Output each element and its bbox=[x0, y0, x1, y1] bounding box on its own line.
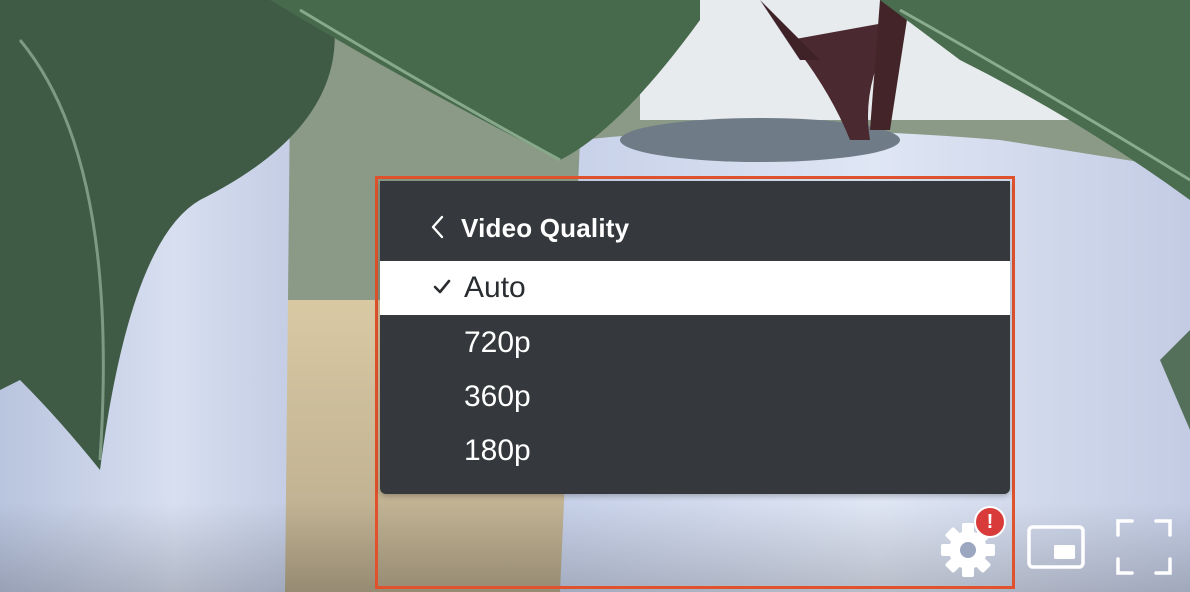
quality-option-label: 720p bbox=[464, 326, 531, 359]
picture-in-picture-icon[interactable] bbox=[1026, 524, 1086, 570]
quality-option-label: 360p bbox=[464, 380, 531, 413]
quality-option-360p[interactable]: 360p bbox=[380, 370, 1010, 424]
quality-option-180p[interactable]: 180p bbox=[380, 424, 1010, 478]
quality-option-label: 180p bbox=[464, 434, 531, 467]
settings-alert-badge: ! bbox=[974, 506, 1006, 538]
quality-option-auto[interactable]: Auto bbox=[380, 261, 1010, 315]
quality-option-720p[interactable]: 720p bbox=[380, 316, 1010, 370]
menu-title: Video Quality bbox=[461, 213, 630, 243]
video-quality-menu: Video Quality Auto 720p 360p 180p bbox=[380, 181, 1010, 494]
checkmark-icon bbox=[433, 279, 451, 294]
video-player[interactable]: Video Quality Auto 720p 360p 180p ! bbox=[0, 0, 1190, 592]
chevron-left-icon[interactable] bbox=[430, 215, 446, 239]
menu-back-header[interactable]: Video Quality bbox=[380, 181, 1010, 261]
fullscreen-icon[interactable] bbox=[1114, 517, 1174, 577]
quality-option-label: Auto bbox=[464, 271, 526, 304]
